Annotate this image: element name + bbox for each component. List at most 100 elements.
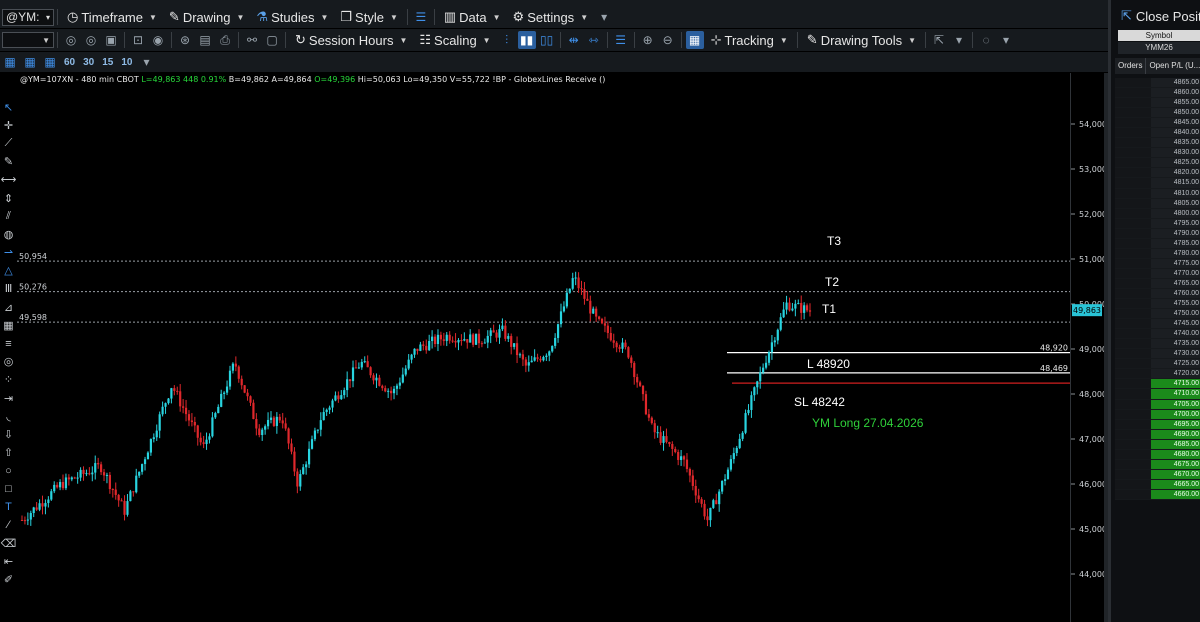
ladder-row[interactable]: 4845.00: [1115, 118, 1200, 129]
ladder-row[interactable]: 4735.00: [1115, 339, 1200, 350]
ladder-order-cell[interactable]: [1115, 238, 1151, 248]
chevron-down-icon[interactable]: ▾: [950, 31, 968, 49]
ladder-order-cell[interactable]: [1115, 218, 1151, 228]
ray-icon[interactable]: ⇀: [0, 244, 17, 262]
style-menu[interactable]: ❒ Style ▼: [334, 6, 403, 28]
arc-icon[interactable]: ◟: [0, 407, 17, 425]
chat-icon[interactable]: ◌: [977, 31, 995, 49]
eraser-icon[interactable]: ⌫: [0, 535, 17, 553]
ladder-order-cell[interactable]: [1115, 369, 1151, 379]
calendar-icon[interactable]: ▦: [21, 53, 39, 71]
zoom-window-icon[interactable]: ⊡: [129, 31, 147, 49]
arrow-icon[interactable]: ⇥: [0, 389, 17, 407]
circle-icon[interactable]: ◎: [62, 31, 80, 49]
ladder-order-cell[interactable]: [1115, 349, 1151, 359]
symbol-input[interactable]: @YM: ▾: [2, 8, 54, 26]
cycle-icon[interactable]: ◍: [0, 225, 17, 243]
ladder-order-cell[interactable]: [1115, 198, 1151, 208]
spacing-icon[interactable]: ⇹: [565, 31, 583, 49]
ladder-row[interactable]: 4800.00: [1115, 208, 1200, 219]
data-menu[interactable]: ▥ Data ▼: [438, 6, 507, 28]
crosshair-icon[interactable]: ✛: [0, 116, 17, 134]
candles-icon[interactable]: ▮▮: [517, 31, 536, 49]
ladder-row[interactable]: 4690.00: [1115, 429, 1200, 440]
zoom-in-icon[interactable]: ⊕: [639, 31, 657, 49]
drawing-tools-menu[interactable]: ✎ Drawing Tools ▼: [801, 29, 922, 51]
pen-icon[interactable]: ✎: [0, 153, 17, 171]
ladder-order-cell[interactable]: [1115, 228, 1151, 238]
layout-icon[interactable]: ☰: [412, 8, 430, 26]
ladder-order-cell[interactable]: [1115, 168, 1151, 178]
ladder-row[interactable]: 4865.00: [1115, 78, 1200, 89]
ellipse-icon[interactable]: ○: [0, 462, 17, 480]
more-icon[interactable]: ▾: [138, 53, 156, 71]
ladder-order-cell[interactable]: [1115, 449, 1151, 459]
ladder-row[interactable]: 4660.00: [1115, 489, 1200, 500]
ladder-row[interactable]: 4720.00: [1115, 369, 1200, 380]
ladder-order-cell[interactable]: [1115, 339, 1151, 349]
settings-menu[interactable]: ⚙ Settings ▼: [507, 6, 595, 28]
ladder-order-cell[interactable]: [1115, 439, 1151, 449]
ladder-row[interactable]: 4695.00: [1115, 419, 1200, 430]
ladder-order-cell[interactable]: [1115, 469, 1151, 479]
timeframe-button[interactable]: 60: [60, 57, 79, 68]
ladder-row[interactable]: 4700.00: [1115, 409, 1200, 420]
hollow-candles-icon[interactable]: ▯▯: [538, 31, 556, 49]
ladder-row[interactable]: 4750.00: [1115, 309, 1200, 320]
ladder-order-cell[interactable]: [1115, 288, 1151, 299]
ladder-order-cell[interactable]: [1115, 118, 1151, 128]
rectangle-icon[interactable]: □: [0, 480, 17, 498]
bars-icon[interactable]: ⫶: [498, 31, 516, 49]
fib-icon[interactable]: ⊿: [0, 298, 17, 316]
ladder-order-cell[interactable]: [1115, 268, 1151, 278]
ladder-order-cell[interactable]: [1115, 178, 1151, 188]
scaling-menu[interactable]: ☷ Scaling ▼: [413, 29, 496, 51]
ladder-order-cell[interactable]: [1115, 309, 1151, 319]
triangle-icon[interactable]: △: [0, 262, 17, 280]
studies-menu[interactable]: ⚗ Studies ▼: [250, 6, 334, 28]
price-axis[interactable]: 54,00053,00052,00051,00050,00049,00048,0…: [1070, 73, 1108, 622]
ladder-order-cell[interactable]: [1115, 148, 1151, 158]
channel-icon[interactable]: ⫽: [0, 207, 17, 225]
ladder-row[interactable]: 4860.00: [1115, 88, 1200, 99]
ladder-row[interactable]: 4785.00: [1115, 238, 1200, 249]
text-icon[interactable]: T: [0, 498, 17, 516]
timeframe-menu[interactable]: ◷ Timeframe ▼: [61, 6, 163, 28]
ladder-row[interactable]: 4725.00: [1115, 359, 1200, 370]
ladder-row[interactable]: 4790.00: [1115, 228, 1200, 239]
tab-open-pl[interactable]: Open P/L (U...: [1146, 58, 1200, 74]
calendar-icon[interactable]: ▦: [41, 53, 59, 71]
ladder-row[interactable]: 4755.00: [1115, 299, 1200, 310]
session-hours-menu[interactable]: ↻ Session Hours ▼: [289, 29, 413, 51]
ladder-row[interactable]: 4760.00: [1115, 288, 1200, 300]
ladder-row[interactable]: 4670.00: [1115, 469, 1200, 480]
panel-icon[interactable]: ☰: [612, 31, 630, 49]
brush-icon[interactable]: ⁄: [0, 516, 17, 534]
more-icon[interactable]: ▾: [595, 8, 613, 26]
ladder-order-cell[interactable]: [1115, 248, 1151, 258]
timeframe-button[interactable]: 15: [98, 57, 117, 68]
dots-icon[interactable]: ⁘: [0, 371, 17, 389]
ladder-row[interactable]: 4715.00: [1115, 379, 1200, 390]
edit-icon[interactable]: ✐: [0, 571, 17, 589]
ladder-row[interactable]: 4675.00: [1115, 459, 1200, 470]
compress-icon[interactable]: ⇿: [585, 31, 603, 49]
ladder-order-cell[interactable]: [1115, 319, 1151, 329]
tracking-menu[interactable]: ⊹ Tracking ▼: [705, 29, 794, 51]
ladder-order-cell[interactable]: [1115, 489, 1151, 499]
gann-icon[interactable]: ◎: [0, 353, 17, 371]
ladder-row[interactable]: 4665.00: [1115, 479, 1200, 490]
ladder-row[interactable]: 4795.00: [1115, 218, 1200, 229]
circle-icon[interactable]: ◎: [82, 31, 100, 49]
ladder-order-cell[interactable]: [1115, 429, 1151, 439]
chart-canvas[interactable]: 50,954 50,276 49,598 48,920 48,469 T3 T2 T1 L 48…: [17, 73, 1070, 622]
bars-icon[interactable]: Ⅲ: [0, 280, 17, 298]
ladder-row[interactable]: 4685.00: [1115, 439, 1200, 450]
ladder-row[interactable]: 4820.00: [1115, 168, 1200, 179]
ladder-order-cell[interactable]: [1115, 88, 1151, 98]
ladder-row[interactable]: 4740.00: [1115, 329, 1200, 340]
ladder-row[interactable]: 4765.00: [1115, 278, 1200, 289]
print-icon[interactable]: ⎙: [216, 31, 234, 49]
ladder-row[interactable]: 4810.00: [1115, 188, 1200, 199]
tab-orders[interactable]: Orders: [1115, 58, 1147, 74]
